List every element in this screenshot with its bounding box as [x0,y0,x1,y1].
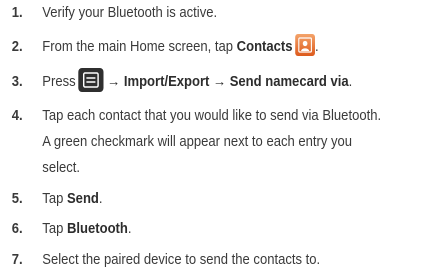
step-number: 6. [11,221,23,237]
step-number: 1. [11,5,23,21]
step-text: Verify your Bluetooth is active. [42,5,218,21]
step-number: 5. [11,191,23,207]
send-label: Send [66,191,99,207]
step-number: 7. [11,252,23,268]
step-text-line: Tap each contact that you would like to … [42,108,382,124]
step-text: Tap Send. [42,191,103,207]
step-number: 3. [11,74,23,90]
instruction-list: 1. Verify your Bluetooth is active. 2. F… [0,0,432,275]
step-text: From the main Home screen, tap Contacts. [42,34,319,60]
bluetooth-label: Bluetooth [66,221,128,237]
step-text: Press → Import/Export → Send namecard via… [42,68,352,95]
step-text: Tap Bluetooth. [42,221,132,237]
step-number: 2. [11,39,23,55]
step-text: Select the paired device to send the con… [42,252,321,268]
step-text-line: A green checkmark will appear next to ea… [42,134,353,150]
menu-icon [78,68,104,93]
step-number: 4. [11,108,23,124]
step-text-line: select. [42,160,81,176]
contacts-icon [295,34,316,57]
contacts-label: Contacts [236,39,293,55]
menu-path: → Import/Export → Send namecard via [107,74,349,90]
